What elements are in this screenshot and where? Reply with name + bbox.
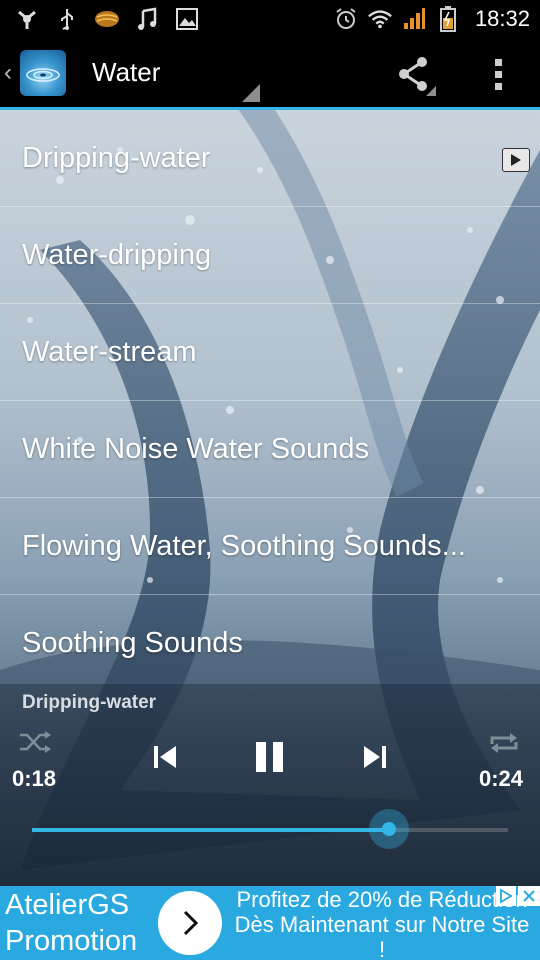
app-notification-icon xyxy=(94,6,120,32)
pause-icon xyxy=(256,742,266,772)
share-dropdown-indicator xyxy=(426,86,436,96)
list-item[interactable]: Water-stream xyxy=(0,304,540,401)
title-dropdown-indicator[interactable] xyxy=(242,84,260,102)
current-time: 0:18 xyxy=(12,766,57,791)
song-title: Water-dripping xyxy=(22,238,212,271)
page-title[interactable]: Water xyxy=(92,57,160,88)
list-item[interactable]: White Noise Water Sounds xyxy=(0,401,540,498)
image-icon xyxy=(174,6,200,32)
seek-thumb[interactable] xyxy=(369,809,409,849)
now-playing-icon xyxy=(502,148,530,172)
overflow-menu-icon[interactable] xyxy=(486,54,510,94)
seek-bar[interactable] xyxy=(32,809,508,849)
close-icon[interactable] xyxy=(518,886,540,906)
song-title: Dripping-water xyxy=(22,141,211,174)
song-title: Soothing Sounds xyxy=(22,626,243,659)
song-list: Dripping-water Water-dripping Water-stre… xyxy=(0,110,540,691)
repeat-button[interactable] xyxy=(488,730,520,756)
ad-brand[interactable]: AtelierGS Promotion xyxy=(5,887,165,959)
chevron-right-icon xyxy=(183,910,199,936)
previous-icon xyxy=(154,746,176,768)
wifi-icon xyxy=(367,6,393,32)
status-bar: 18:32 xyxy=(0,0,540,38)
player-panel: Dripping-water 0:18 0:24 xyxy=(0,684,540,886)
ad-banner[interactable]: AtelierGS Promotion Profitez de 20% de R… xyxy=(0,886,540,960)
list-item[interactable]: Water-dripping xyxy=(0,207,540,304)
battery-icon xyxy=(435,6,461,32)
next-button[interactable] xyxy=(362,744,388,770)
pause-button[interactable] xyxy=(256,742,284,772)
seek-progress xyxy=(32,828,389,832)
status-time: 18:32 xyxy=(474,6,530,31)
back-chevron-icon[interactable]: ‹ xyxy=(4,59,16,87)
shuffle-button[interactable] xyxy=(18,730,52,754)
song-title: Flowing Water, Soothing Sounds... xyxy=(22,529,466,562)
song-title: Water-stream xyxy=(22,335,197,368)
music-note-icon xyxy=(134,6,160,32)
usb-icon xyxy=(54,6,80,32)
ad-open-button[interactable] xyxy=(158,891,222,955)
notification-icon xyxy=(14,6,40,32)
list-item[interactable]: Dripping-water xyxy=(0,110,540,207)
alarm-icon xyxy=(333,6,359,32)
app-logo-icon[interactable] xyxy=(20,49,66,96)
song-title: White Noise Water Sounds xyxy=(22,432,370,465)
ad-info-icon[interactable] xyxy=(496,886,516,906)
now-playing-title: Dripping-water xyxy=(22,692,157,713)
repeat-icon xyxy=(490,733,518,753)
previous-button[interactable] xyxy=(152,744,178,770)
action-bar: ‹ Water xyxy=(0,38,540,110)
shuffle-icon xyxy=(20,731,51,753)
ad-text[interactable]: Profitez de 20% de Réduction Dès Mainten… xyxy=(232,887,532,960)
list-item[interactable]: Flowing Water, Soothing Sounds... xyxy=(0,498,540,595)
total-time: 0:24 xyxy=(479,766,524,791)
next-icon xyxy=(364,746,386,768)
list-item[interactable]: Soothing Sounds xyxy=(0,595,540,691)
signal-icon xyxy=(401,6,427,32)
